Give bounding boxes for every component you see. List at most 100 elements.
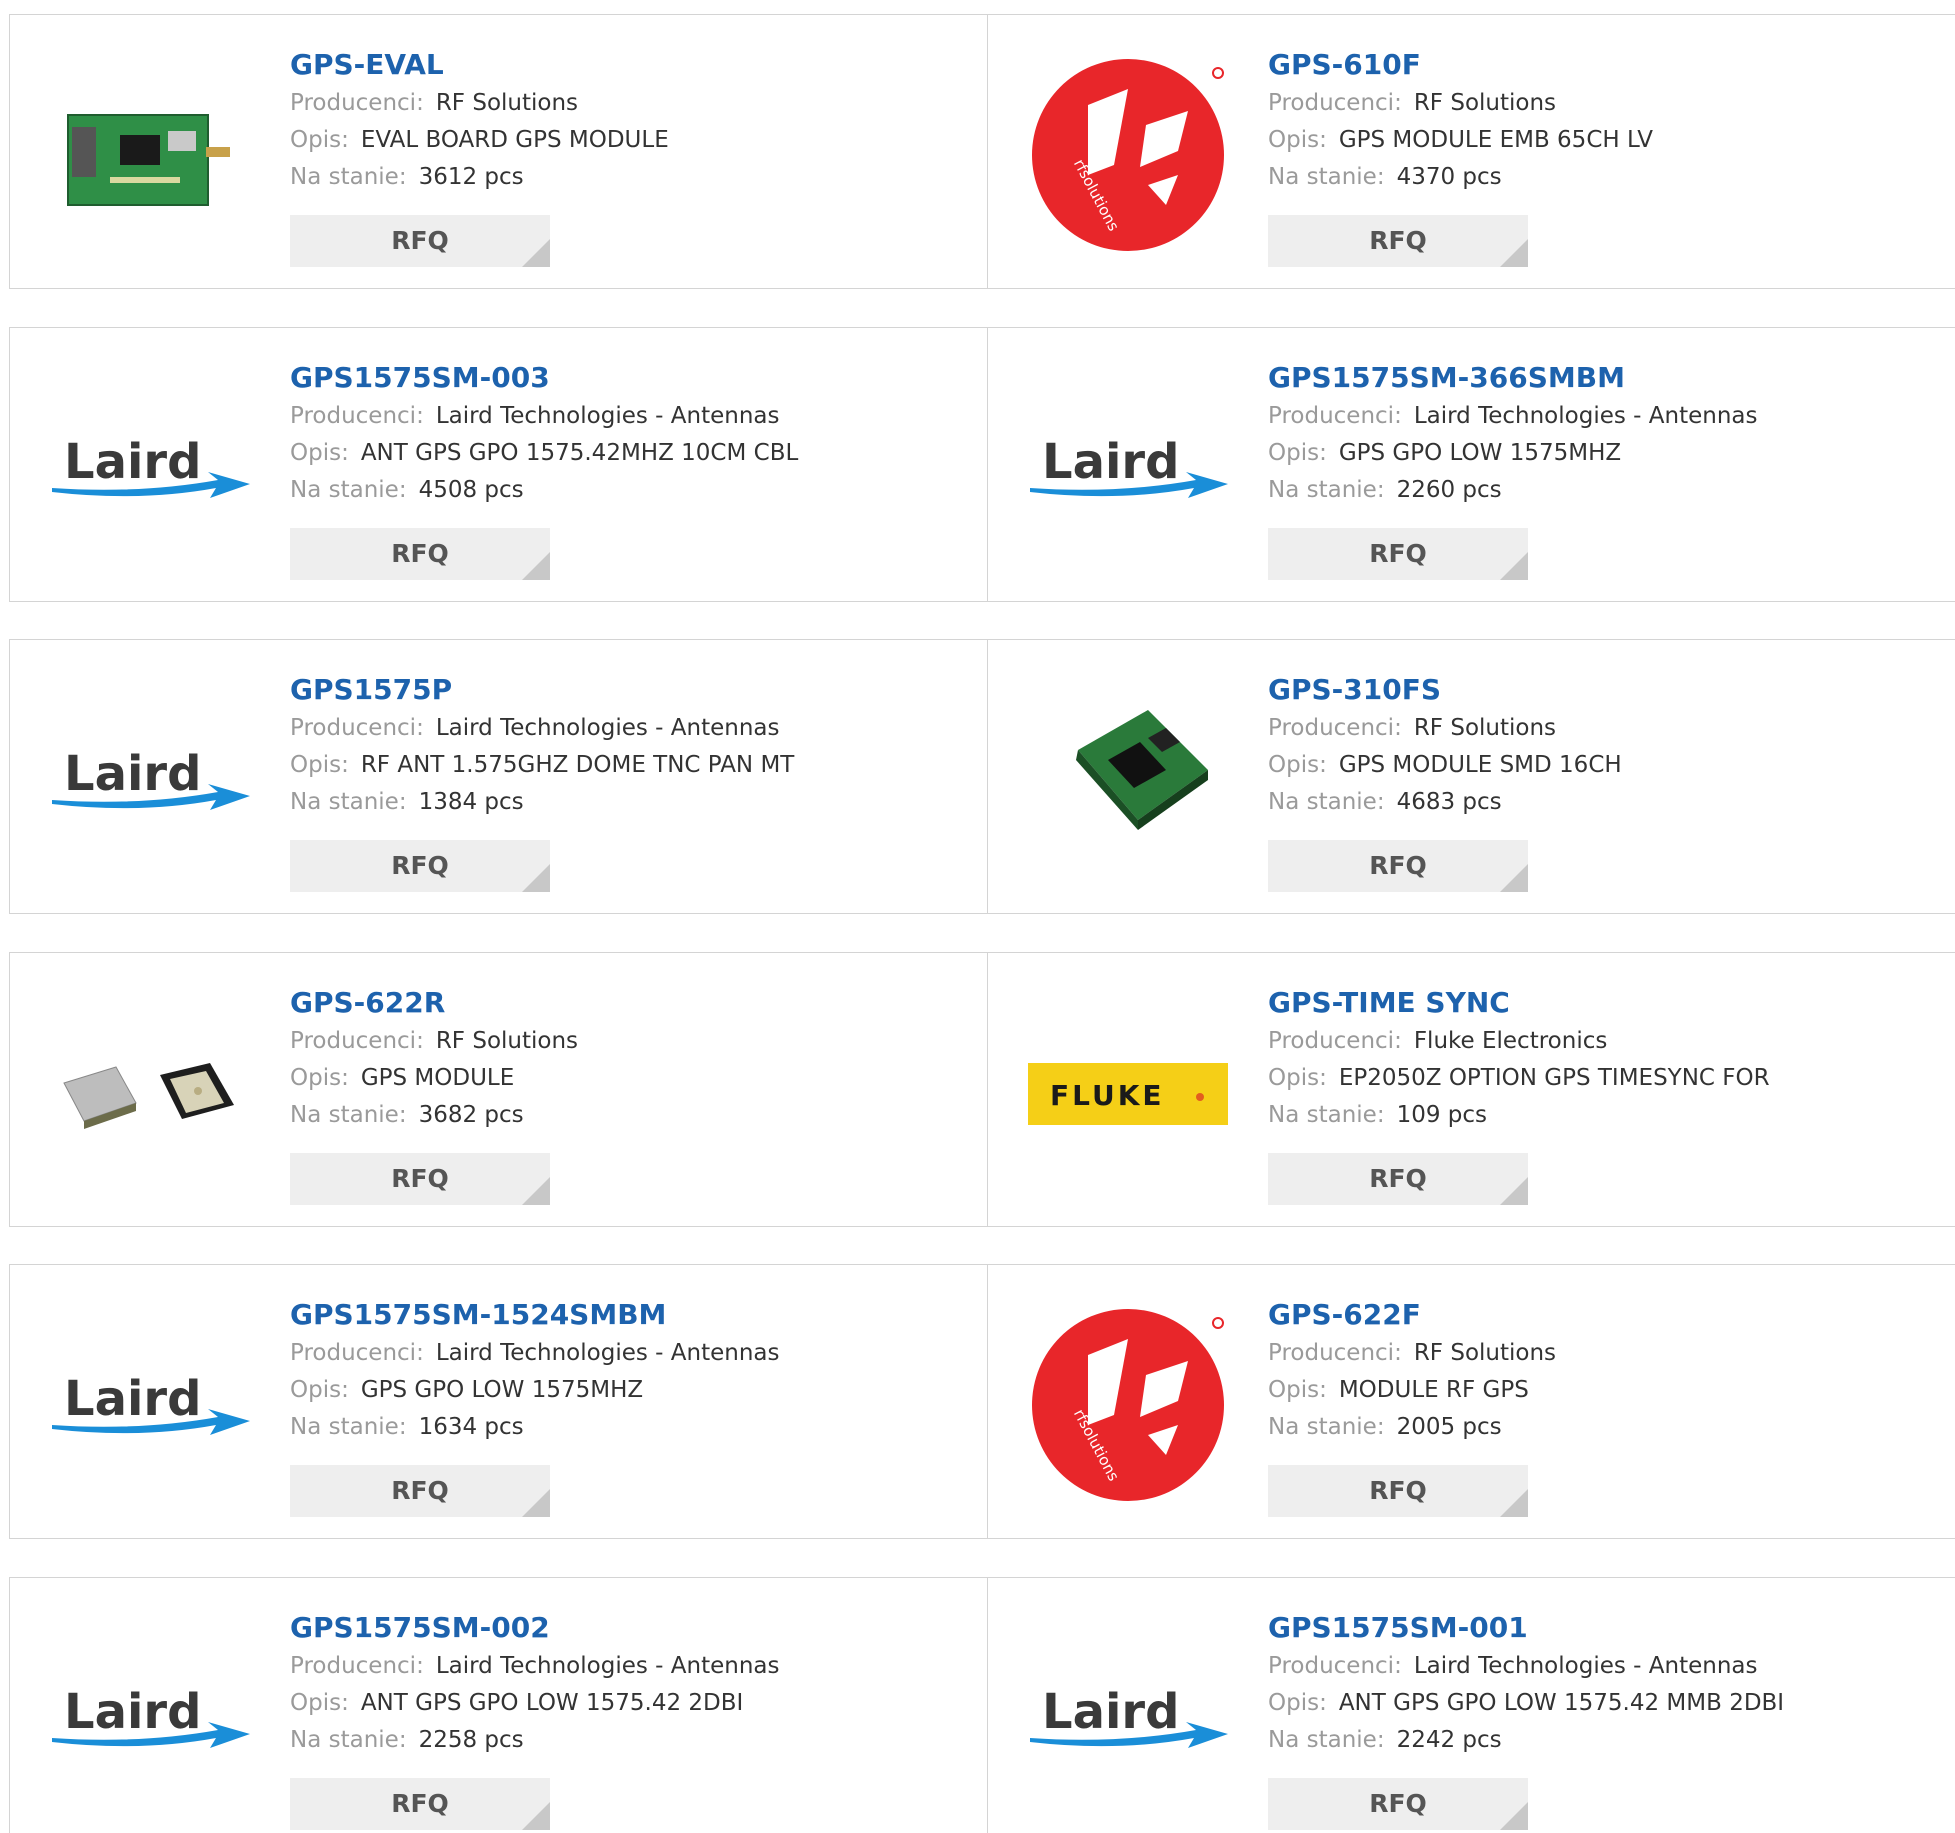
part-number-link[interactable]: GPS-622R — [290, 983, 578, 1023]
product-image[interactable] — [1028, 680, 1228, 880]
manufacturer-line-label: Producenci: — [1268, 715, 1402, 741]
rfq-button[interactable]: RFQ — [1268, 528, 1528, 580]
product-info: GPS1575SM-001 Producenci: Laird Technologi… — [1268, 1608, 1784, 1759]
rfq-button[interactable]: RFQ — [1268, 215, 1528, 267]
stock-line-label: Na stanie: — [1268, 477, 1385, 503]
stock-line: Na stanie: 109 pcs — [1268, 1097, 1770, 1134]
stock-line: Na stanie: 2260 pcs — [1268, 472, 1757, 509]
rfq-corner-decoration — [522, 239, 550, 267]
description-line-value: ANT GPS GPO LOW 1575.42 MMB 2DBI — [1338, 1690, 1785, 1716]
stock-line-value: 2260 pcs — [1396, 477, 1502, 503]
svg-text:Laird: Laird — [64, 434, 201, 490]
manufacturer-line-value: Laird Technologies - Antennas — [435, 403, 780, 429]
product-info: GPS-310FS Producenci: RF Solutions Opis: GPS… — [1268, 670, 1622, 821]
description-line-value: RF ANT 1.575GHZ DOME TNC PAN MT — [360, 752, 795, 778]
product-info: GPS1575SM-366SMBM Producenci: Laird Techno… — [1268, 358, 1757, 509]
stock-line: Na stanie: 3612 pcs — [290, 159, 669, 196]
part-number-link[interactable]: GPS1575P — [290, 670, 794, 710]
description-line-value: MODULE RF GPS — [1338, 1377, 1529, 1403]
stock-line-label: Na stanie: — [290, 1102, 407, 1128]
product-image[interactable]: rfsolutions — [1028, 1305, 1228, 1505]
part-number-link[interactable]: GPS-TIME SYNC — [1268, 983, 1770, 1023]
stock-line-label: Na stanie: — [290, 789, 407, 815]
rf-solutions-logo-icon: rfsolutions — [1032, 59, 1224, 251]
part-number-link[interactable]: GPS-310FS — [1268, 670, 1622, 710]
manufacturer-line-value: Fluke Electronics — [1413, 1028, 1608, 1054]
stock-line-value: 1634 pcs — [418, 1414, 524, 1440]
product-card: Laird GPS1575SM-001 Producenci: Laird Techn… — [987, 1577, 1955, 1833]
product-image[interactable]: rfsolutions — [1028, 55, 1228, 255]
stock-line-label: Na stanie: — [1268, 164, 1385, 190]
rfq-button[interactable]: RFQ — [290, 1153, 550, 1205]
eval-board-photo-icon — [67, 114, 230, 206]
rfq-corner-decoration — [1500, 552, 1528, 580]
part-number-link[interactable]: GPS-EVAL — [290, 45, 669, 85]
description-line-value: EVAL BOARD GPS MODULE — [360, 127, 669, 153]
rfq-button[interactable]: RFQ — [1268, 1778, 1528, 1830]
part-number-link[interactable]: GPS-610F — [1268, 45, 1653, 85]
manufacturer-line-value: RF Solutions — [1413, 715, 1557, 741]
description-line-label: Opis: — [1268, 127, 1327, 153]
rfq-button[interactable]: RFQ — [1268, 1465, 1528, 1517]
product-info: GPS-EVAL Producenci: RF Solutions Opis: EVAL… — [290, 45, 669, 196]
stock-line-label: Na stanie: — [290, 164, 407, 190]
rfq-button[interactable]: RFQ — [1268, 1153, 1528, 1205]
stock-line-label: Na stanie: — [1268, 789, 1385, 815]
manufacturer-line: Producenci: Laird Technologies - Antennas — [1268, 398, 1757, 435]
rfq-button[interactable]: RFQ — [290, 1465, 550, 1517]
product-image[interactable]: Laird — [1028, 1618, 1228, 1818]
part-number-link[interactable]: GPS1575SM-1524SMBM — [290, 1295, 779, 1335]
description-line-label: Opis: — [290, 1690, 349, 1716]
rfq-corner-decoration — [1500, 1489, 1528, 1517]
product-image[interactable]: Laird — [50, 1305, 250, 1505]
description-line-label: Opis: — [1268, 1065, 1327, 1091]
manufacturer-line: Producenci: Laird Technologies - Antennas — [290, 710, 794, 747]
manufacturer-line: Producenci: Laird Technologies - Antennas — [290, 398, 798, 435]
product-image[interactable]: Laird — [1028, 368, 1228, 568]
product-card: Laird GPS1575SM-002 Producenci: Laird Techn… — [9, 1577, 988, 1833]
description-line: Opis: ANT GPS GPO 1575.42MHZ 10CM CBL — [290, 435, 798, 472]
rfq-button[interactable]: RFQ — [1268, 840, 1528, 892]
part-number-link[interactable]: GPS-622F — [1268, 1295, 1556, 1335]
rfq-button[interactable]: RFQ — [290, 1778, 550, 1830]
rfq-corner-decoration — [522, 1802, 550, 1830]
product-image[interactable]: Laird — [50, 1618, 250, 1818]
stock-line-value: 109 pcs — [1396, 1102, 1488, 1128]
rfq-button[interactable]: RFQ — [290, 215, 550, 267]
rfq-corner-decoration — [522, 552, 550, 580]
manufacturer-line: Producenci: RF Solutions — [290, 1023, 578, 1060]
rfq-button[interactable]: RFQ — [290, 528, 550, 580]
product-image[interactable]: Laird — [50, 368, 250, 568]
stock-line-value: 2005 pcs — [1396, 1414, 1502, 1440]
rfq-button[interactable]: RFQ — [290, 840, 550, 892]
part-number-link[interactable]: GPS1575SM-003 — [290, 358, 798, 398]
product-info: GPS-610F Producenci: RF Solutions Opis: GPS … — [1268, 45, 1653, 196]
product-card: Laird GPS1575SM-003 Producenci: Laird Techn… — [9, 327, 988, 602]
product-row: Laird GPS1575SM-1524SMBM Producenci: Laird … — [9, 1264, 1955, 1539]
product-row: GPS-622R Producenci: RF Solutions Opis: GPS … — [9, 952, 1955, 1227]
stock-line-label: Na stanie: — [290, 1727, 407, 1753]
manufacturer-line: Producenci: RF Solutions — [290, 85, 669, 122]
product-image[interactable]: Laird — [50, 680, 250, 880]
rfq-button-label: RFQ — [1369, 539, 1427, 568]
part-number-link[interactable]: GPS1575SM-366SMBM — [1268, 358, 1757, 398]
manufacturer-line-value: Laird Technologies - Antennas — [435, 1653, 780, 1679]
manufacturer-line-label: Producenci: — [290, 715, 424, 741]
stock-line-value: 3682 pcs — [418, 1102, 524, 1128]
product-image[interactable] — [50, 993, 250, 1193]
laird-logo-icon: Laird — [52, 746, 250, 810]
description-line: Opis: ANT GPS GPO LOW 1575.42 MMB 2DBI — [1268, 1685, 1784, 1722]
part-number-link[interactable]: GPS1575SM-002 — [290, 1608, 779, 1648]
product-info: GPS-622R Producenci: RF Solutions Opis: GPS … — [290, 983, 578, 1134]
stock-line-value: 2258 pcs — [418, 1727, 524, 1753]
part-number-link[interactable]: GPS1575SM-001 — [1268, 1608, 1784, 1648]
manufacturer-line-value: RF Solutions — [435, 1028, 579, 1054]
description-line: Opis: GPS GPO LOW 1575MHZ — [1268, 435, 1757, 472]
manufacturer-line-value: RF Solutions — [1413, 1340, 1557, 1366]
product-image[interactable] — [50, 55, 250, 255]
product-image[interactable]: FLUKE — [1028, 993, 1228, 1193]
manufacturer-line-label: Producenci: — [1268, 403, 1402, 429]
description-line-label: Opis: — [1268, 1377, 1327, 1403]
stock-line: Na stanie: 2242 pcs — [1268, 1722, 1784, 1759]
rfq-button-label: RFQ — [1369, 226, 1427, 255]
